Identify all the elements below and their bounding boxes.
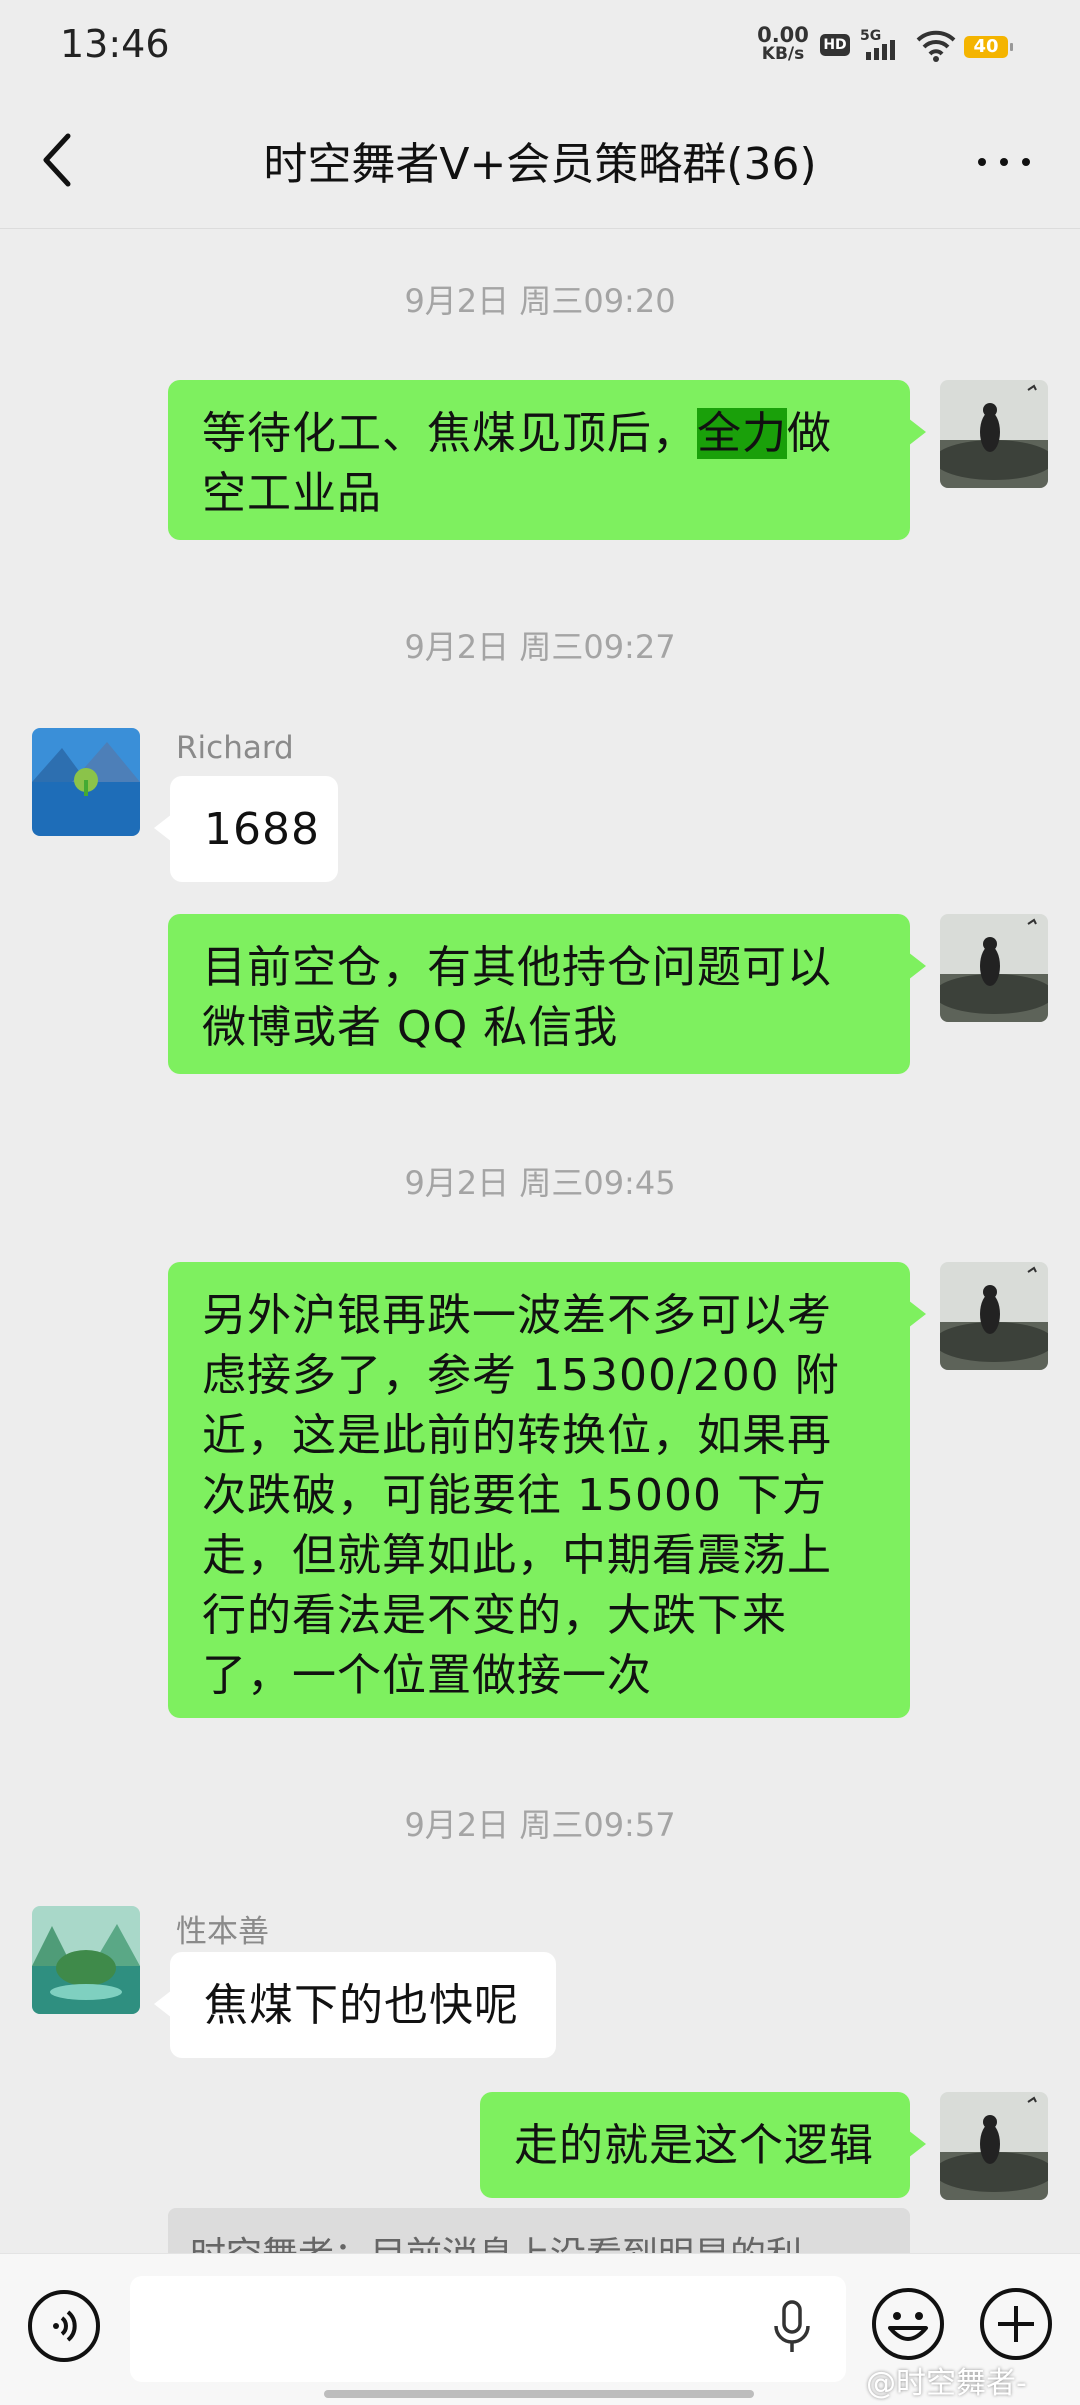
chevron-left-icon <box>43 133 71 187</box>
sender-avatar-richard[interactable] <box>32 728 140 836</box>
my-avatar[interactable] <box>940 380 1048 488</box>
network-type-label: 5G <box>860 28 882 44</box>
my-avatar[interactable] <box>940 1262 1048 1370</box>
back-button[interactable] <box>28 120 88 200</box>
sender-name: Richard <box>176 730 294 766</box>
more-button[interactable] <box>970 130 1040 190</box>
my-avatar[interactable] <box>940 2092 1048 2200</box>
battery-icon: 40 <box>964 36 1013 58</box>
timestamp: 9月2日 周三09:57 <box>404 1806 676 1844</box>
watermark: @时空舞者- <box>866 2366 1027 2401</box>
header-divider <box>0 228 1080 229</box>
sender-avatar-xingbenshan[interactable] <box>32 1906 140 2014</box>
timestamp: 9月2日 周三09:27 <box>404 628 676 666</box>
message-bubble-outgoing[interactable]: 走的就是这个逻辑 <box>480 2092 926 2198</box>
message-text: 焦煤下的也快呢 <box>204 1980 519 2031</box>
message-input[interactable] <box>130 2276 846 2382</box>
message-bubble-incoming[interactable]: 焦煤下的也快呢 <box>154 1952 556 2058</box>
chat-title: 时空舞者V+会员策略群(36) <box>263 139 817 190</box>
cellular-signal-icon: 5G <box>860 28 906 64</box>
message-text: 目前空仓，有其他持仓问题可以微博或者 QQ 私信我 <box>202 942 832 1053</box>
message-text: 1688 <box>204 804 320 855</box>
network-speed-value: 0.00 <box>757 23 809 47</box>
more-actions-button[interactable] <box>978 2286 1054 2362</box>
emoji-button[interactable] <box>870 2286 946 2362</box>
microphone-icon[interactable] <box>770 2298 814 2358</box>
message-bubble-outgoing[interactable]: 目前空仓，有其他持仓问题可以微博或者 QQ 私信我 <box>168 914 926 1074</box>
message-bubble-outgoing[interactable]: 等待化工、焦煤见顶后，全力做空工业品 <box>168 380 926 540</box>
home-indicator[interactable] <box>324 2390 754 2398</box>
highlighted-text: 全力 <box>697 408 787 459</box>
message-text: 走的就是这个逻辑 <box>514 2120 874 2171</box>
hd-voice-icon: HD <box>820 34 850 56</box>
timestamp: 9月2日 周三09:45 <box>404 1164 676 1202</box>
message-text: 等待化工、焦煤见顶后， <box>202 408 697 459</box>
network-speed: 0.00 KB/s <box>756 23 810 64</box>
message-bubble-outgoing[interactable]: 另外沪银再跌一波差不多可以考虑接多了，参考 15300/200 附近，这是此前的… <box>168 1262 926 1718</box>
status-time: 13:46 <box>60 22 170 66</box>
voice-icon <box>53 2310 77 2342</box>
sender-name: 性本善 <box>176 1914 269 1950</box>
timestamp: 9月2日 周三09:20 <box>404 282 676 320</box>
voice-mode-button[interactable] <box>28 2290 100 2362</box>
plus-icon <box>980 2288 1052 2360</box>
wifi-icon <box>914 28 958 64</box>
message-bubble-incoming[interactable]: 1688 <box>154 776 338 882</box>
my-avatar[interactable] <box>940 914 1048 1022</box>
message-text: 另外沪银再跌一波差不多可以考虑接多了，参考 15300/200 附近，这是此前的… <box>202 1290 840 1701</box>
smiley-icon <box>872 2288 944 2360</box>
network-speed-unit: KB/s <box>761 44 805 64</box>
